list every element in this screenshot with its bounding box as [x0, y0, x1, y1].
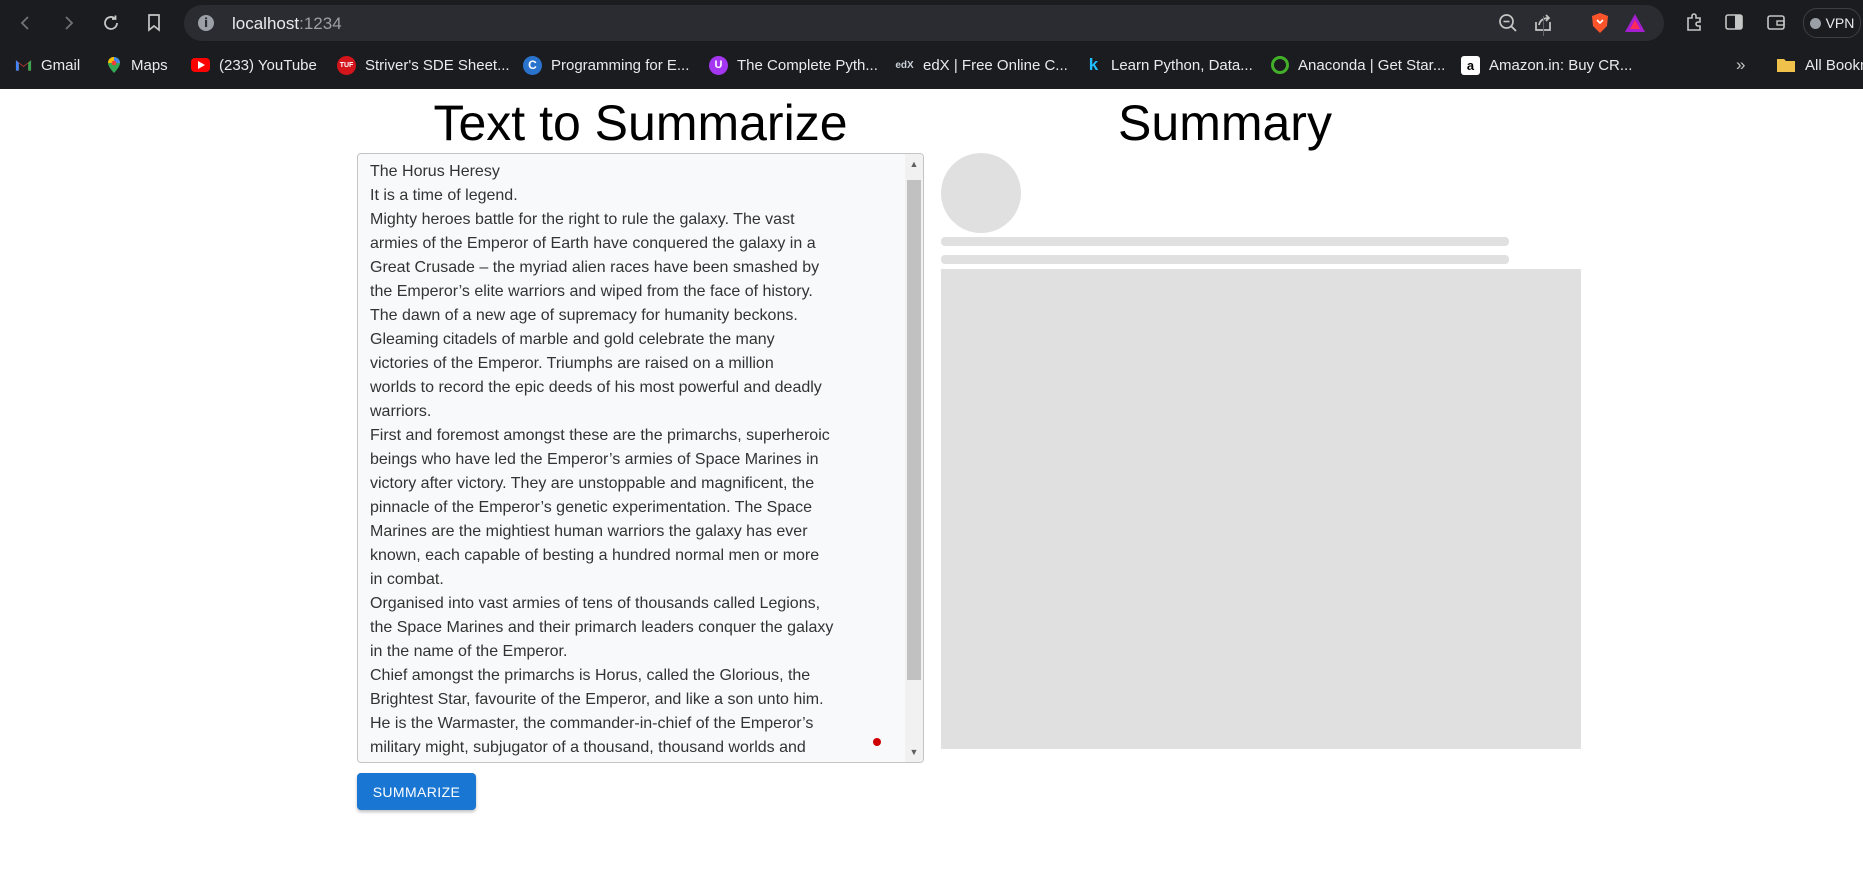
text-input-area[interactable]: The Horus Heresy It is a time of legend.…	[357, 153, 924, 763]
bookmark-maps[interactable]: Maps	[105, 53, 168, 77]
bookmark-label: (233) YouTube	[219, 56, 317, 74]
bookmark-label: Maps	[131, 56, 168, 74]
address-bar[interactable]: i localhost:1234	[184, 5, 1664, 41]
maps-icon	[105, 57, 122, 74]
recording-indicator	[873, 738, 881, 746]
youtube-icon	[191, 58, 210, 72]
edx-icon: edX	[895, 59, 914, 71]
zoom-icon[interactable]	[1497, 12, 1519, 34]
bookmark-kaggle[interactable]: k Learn Python, Data...	[1085, 53, 1253, 77]
brave-rewards-icon[interactable]	[1624, 12, 1646, 34]
skeleton-line	[941, 237, 1509, 246]
back-arrow-icon	[20, 16, 29, 30]
bookmarks-bar: Gmail Maps (233) YouTube TUF Striver's S…	[0, 49, 1863, 81]
bookmark-label: Learn Python, Data...	[1111, 56, 1253, 74]
skeleton-line	[941, 255, 1509, 264]
bookmark-label: edX | Free Online C...	[923, 56, 1068, 74]
bookmark-label: Gmail	[41, 56, 81, 74]
summary-title: Summary	[1118, 95, 1332, 151]
gmail-icon	[15, 57, 32, 74]
skeleton-content-block	[941, 269, 1581, 749]
extensions-icon[interactable]	[1683, 11, 1705, 33]
amazon-icon: a	[1461, 55, 1480, 75]
coursera-icon: C	[523, 55, 542, 75]
bookmark-amazon[interactable]: a Amazon.in: Buy CR...	[1461, 53, 1632, 77]
scroll-up-icon[interactable]: ▲	[905, 156, 923, 172]
more-bookmarks-button[interactable]: »	[1736, 53, 1745, 77]
bookmark-striver[interactable]: TUF Striver's SDE Sheet...	[337, 53, 510, 77]
bookmark-youtube[interactable]: (233) YouTube	[191, 53, 317, 77]
folder-icon	[1776, 57, 1796, 73]
bookmark-programming[interactable]: C Programming for E...	[523, 53, 689, 77]
vpn-status-icon	[1809, 17, 1821, 29]
vpn-label: VPN	[1825, 15, 1855, 31]
bookmark-gmail[interactable]: Gmail	[15, 53, 80, 77]
omnibox-separator	[1543, 16, 1544, 36]
vpn-button[interactable]: VPN	[1803, 8, 1861, 38]
skeleton-avatar	[941, 153, 1021, 233]
scroll-down-icon[interactable]: ▼	[905, 744, 923, 760]
bookmark-edx[interactable]: edX edX | Free Online C...	[895, 53, 1068, 77]
forward-button[interactable]	[55, 10, 81, 36]
url-port: :1234	[299, 14, 342, 33]
browser-toolbar: i localhost:1234 VPN	[0, 0, 1863, 45]
bookmark-icon	[148, 14, 160, 32]
summarize-button[interactable]: SUMMARIZE	[357, 773, 476, 810]
reload-icon	[104, 15, 118, 30]
tuf-icon: TUF	[337, 55, 356, 75]
bookmark-label: Anaconda | Get Star...	[1298, 56, 1446, 74]
wallet-icon[interactable]	[1765, 11, 1787, 33]
forward-arrow-icon	[65, 16, 74, 30]
all-bookmarks-folder[interactable]: All Bookm	[1776, 53, 1863, 77]
url-host: localhost	[232, 14, 300, 33]
bookmark-label: Amazon.in: Buy CR...	[1489, 56, 1633, 74]
reload-button[interactable]	[98, 10, 124, 36]
bookmark-label: All Bookm	[1805, 56, 1863, 74]
url-text: localhost:1234	[232, 14, 342, 34]
textarea-scrollbar[interactable]: ▲ ▼	[905, 154, 923, 762]
bookmark-anaconda[interactable]: Anaconda | Get Star...	[1271, 53, 1445, 77]
udemy-icon: U	[709, 55, 728, 75]
anaconda-icon	[1271, 56, 1289, 74]
kaggle-icon: k	[1088, 55, 1099, 74]
sidebar-icon[interactable]	[1723, 11, 1745, 33]
back-button[interactable]	[13, 10, 39, 36]
bookmark-label: The Complete Pyth...	[737, 56, 878, 74]
brave-shields-icon[interactable]	[1589, 12, 1611, 34]
site-info-icon[interactable]: i	[198, 15, 214, 31]
bookmark-python[interactable]: U The Complete Pyth...	[709, 53, 878, 77]
input-title: Text to Summarize	[433, 95, 848, 151]
bookmark-label: Programming for E...	[551, 56, 690, 74]
browser-chrome: i localhost:1234 VPN Gmail Maps (233) Yo…	[0, 0, 1863, 89]
scroll-thumb[interactable]	[907, 180, 921, 680]
bookmark-page-button[interactable]	[141, 10, 167, 36]
input-text[interactable]: The Horus Heresy It is a time of legend.…	[370, 160, 890, 760]
bookmark-label: Striver's SDE Sheet...	[365, 56, 510, 74]
